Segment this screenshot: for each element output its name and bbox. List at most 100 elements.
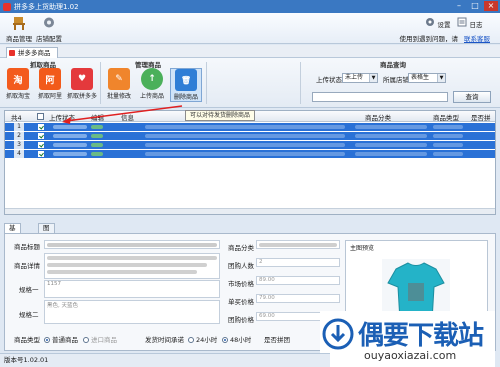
row-checkbox[interactable] — [38, 133, 44, 139]
title-field[interactable] — [44, 240, 220, 249]
ship-48h-label: 48小时 — [230, 336, 252, 344]
ribbon-divider — [206, 62, 207, 104]
heart-icon: ♥ — [71, 68, 93, 90]
detail-field[interactable] — [44, 253, 220, 279]
table-row[interactable]: 4 — [5, 150, 495, 158]
edit-cell — [91, 134, 103, 138]
edit-cell — [91, 143, 103, 147]
site-watermark: 偶要下载站 ouyaoxiazai.com — [320, 311, 495, 367]
import-product-radio[interactable]: 进口商品 — [83, 334, 117, 344]
tab-pinduoduo-products[interactable]: 拼多多商品 — [6, 47, 58, 58]
minimize-button[interactable]: – — [452, 1, 466, 11]
maximize-button[interactable]: □ — [468, 1, 482, 11]
log-label: 日志 — [469, 21, 483, 29]
upload-status-label: 上传状态 — [316, 76, 342, 84]
gear-icon — [44, 17, 54, 28]
group-buy-label: 是否拼团 — [264, 336, 290, 344]
shop-value: 表格生 — [411, 74, 430, 81]
pinduoduo-icon — [9, 50, 15, 56]
log-button[interactable]: 日志 — [457, 17, 483, 29]
batch-edit-button[interactable]: ✎ 批量修改 — [103, 68, 135, 100]
title-bar: 拼多多上货助理1.02 – □ × — [0, 0, 500, 13]
shop-config-button[interactable]: 店铺配置 — [34, 15, 64, 43]
fetch-pinduoduo-button[interactable]: ♥ 抓取拼多多 — [66, 68, 98, 100]
column-header: 商品类型 — [433, 114, 459, 122]
table-row[interactable]: 3 — [5, 141, 495, 149]
single-price-value: 79.00 — [259, 295, 275, 301]
row-checkbox[interactable] — [38, 142, 44, 148]
shop-config-label: 店铺配置 — [36, 35, 62, 43]
settings-icon — [426, 18, 435, 26]
category-field[interactable] — [256, 240, 340, 249]
group-query-label: 商品查询 — [380, 61, 406, 69]
settings-label: 设置 — [437, 21, 451, 29]
tab-image-info[interactable]: 图片信息 — [38, 223, 55, 259]
select-all-checkbox[interactable] — [37, 113, 44, 120]
column-header: 商品分类 — [365, 114, 391, 122]
fetch-taobao-button[interactable]: 淘 抓取淘宝 — [2, 68, 34, 100]
table-row[interactable]: 1 — [5, 123, 495, 131]
import-product-label: 进口商品 — [91, 336, 117, 344]
window-title: 拼多多上货助理1.02 — [14, 2, 79, 11]
radio-dot — [44, 337, 50, 343]
normal-product-radio[interactable]: 普通商品 — [44, 334, 78, 344]
group-size-field[interactable]: 2 — [256, 258, 340, 267]
upload-status-select[interactable]: 未上传 ▼ — [342, 73, 378, 83]
search-button[interactable]: 查询 — [453, 91, 491, 103]
shop-select[interactable]: 表格生 ▼ — [408, 73, 446, 83]
help-text: 使用到遇到问题，请 — [399, 35, 459, 43]
spec2-value: 黑色, 天蓝色 — [47, 303, 78, 309]
spec1-label: 规格一 — [19, 286, 39, 294]
group-size-value: 2 — [259, 259, 263, 265]
ship-48h-radio[interactable]: 48小时 — [222, 334, 251, 344]
version-text: 版本号1.02.01 — [4, 356, 49, 364]
fetch-alibaba-button[interactable]: 阿 抓取阿里 — [34, 68, 66, 100]
column-header: 共4 — [11, 114, 22, 122]
delete-product-button[interactable]: 🗑 删除商品 — [170, 68, 202, 102]
app-icon — [3, 2, 11, 11]
column-header: 上传状态 — [49, 114, 75, 122]
chair-icon — [13, 17, 25, 30]
radio-dot — [188, 337, 194, 343]
title-label: 商品标题 — [14, 243, 40, 251]
column-header: 编辑 — [91, 114, 104, 122]
type-cell — [433, 152, 463, 156]
market-price-value: 89.00 — [259, 277, 275, 283]
radio-dot — [83, 337, 89, 343]
horizontal-scrollbar[interactable] — [5, 208, 495, 214]
row-checkbox[interactable] — [38, 151, 44, 157]
delete-tooltip: 可以对待发货删除商品 — [185, 110, 256, 121]
radio-dot — [222, 337, 228, 343]
product-management-label: 商品管理 — [6, 35, 32, 43]
search-input[interactable] — [312, 92, 448, 102]
info-cell — [145, 152, 345, 156]
close-button[interactable]: × — [484, 1, 498, 11]
upload-product-label: 上传商品 — [139, 93, 164, 100]
settings-button[interactable]: 设置 — [425, 17, 451, 29]
help-line: 使用到遇到问题，请 联系客服 — [400, 33, 491, 43]
ship-24h-radio[interactable]: 24小时 — [188, 334, 217, 344]
spec1-field[interactable]: 1157 — [44, 280, 220, 298]
delete-product-label: 删除商品 — [173, 94, 198, 101]
status-cell — [53, 152, 87, 156]
market-price-field[interactable]: 89.00 — [256, 276, 340, 285]
category-cell — [355, 134, 427, 138]
status-bar: 版本号1.02.01 — [0, 353, 330, 367]
contact-support-link[interactable]: 联系客服 — [464, 35, 490, 43]
row-number: 3 — [14, 141, 24, 149]
upload-product-button[interactable]: ↑ 上传商品 — [136, 68, 168, 100]
ship-time-label: 发货时间承诺 — [145, 336, 184, 344]
group-price-label: 团购价格 — [228, 316, 254, 324]
column-header: 信息 — [121, 114, 134, 122]
table-row[interactable]: 2 — [5, 132, 495, 140]
tab-basic-info[interactable]: 基本信息 — [4, 223, 21, 259]
main-image-label: 主图预览 — [350, 245, 375, 252]
row-checkbox[interactable] — [38, 124, 44, 130]
single-price-label: 单买价格 — [228, 298, 254, 306]
info-cell — [145, 143, 345, 147]
spec2-field[interactable]: 黑色, 天蓝色 — [44, 300, 220, 324]
single-price-field[interactable]: 79.00 — [256, 294, 340, 303]
product-management-button[interactable]: 商品管理 — [4, 15, 34, 43]
download-logo-icon — [322, 318, 354, 350]
type-cell — [433, 143, 463, 147]
